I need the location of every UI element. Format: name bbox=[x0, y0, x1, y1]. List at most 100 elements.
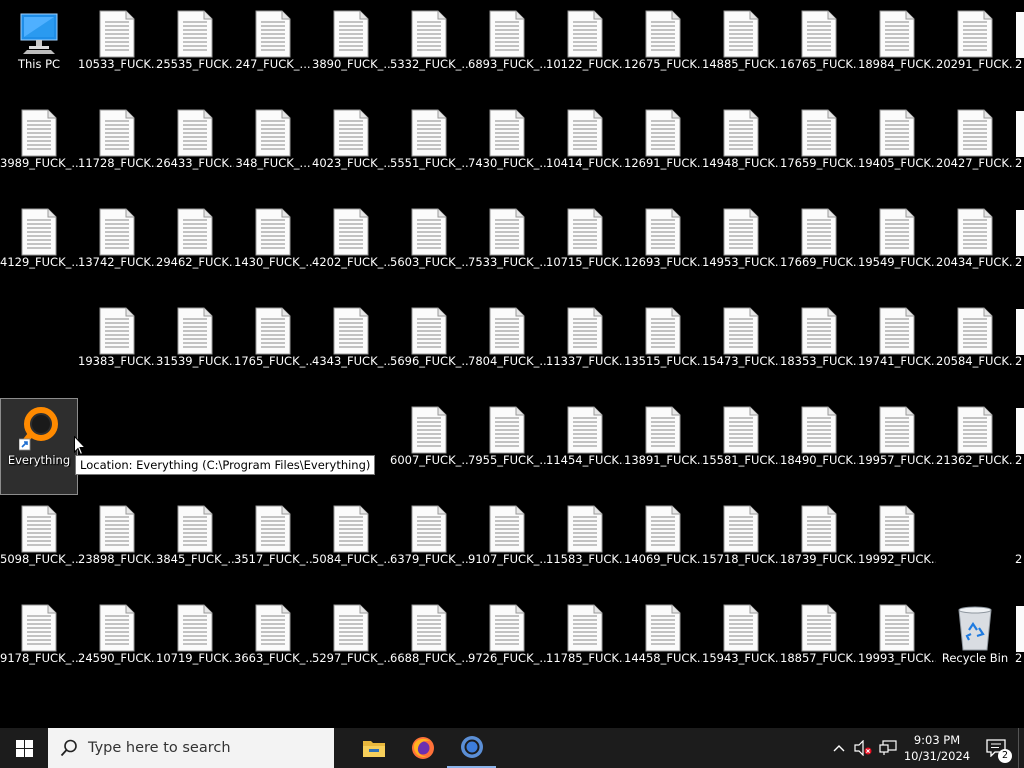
file-icon-item[interactable]: 5098_FUCK_... bbox=[0, 497, 78, 594]
taskbar-search-box[interactable]: Type here to search bbox=[48, 728, 334, 768]
file-icon-item[interactable]: 29462_FUCK... bbox=[156, 200, 234, 297]
file-icon-item[interactable]: 5603_FUCK_... bbox=[390, 200, 468, 297]
file-icon-item[interactable]: 3890_FUCK_... bbox=[312, 2, 390, 99]
file-icon-item[interactable]: 15718_FUCK... bbox=[702, 497, 780, 594]
file-icon-item[interactable]: 9178_FUCK_... bbox=[0, 596, 78, 693]
clock[interactable]: 9:03 PM 10/31/2024 bbox=[900, 728, 974, 768]
file-icon-item[interactable]: 12691_FUCK... bbox=[624, 101, 702, 198]
file-icon-item[interactable]: 10414_FUCK... bbox=[546, 101, 624, 198]
file-icon-item[interactable]: 11454_FUCK... bbox=[546, 398, 624, 495]
partial-file-icon[interactable] bbox=[1016, 210, 1024, 256]
file-icon-item[interactable]: 6893_FUCK_... bbox=[468, 2, 546, 99]
file-icon-item[interactable]: 3663_FUCK_... bbox=[234, 596, 312, 693]
file-icon-item[interactable]: 12693_FUCK... bbox=[624, 200, 702, 297]
file-icon-item[interactable]: 24590_FUCK... bbox=[78, 596, 156, 693]
file-icon-item[interactable]: 5696_FUCK_... bbox=[390, 299, 468, 396]
file-icon-item[interactable]: 18857_FUCK... bbox=[780, 596, 858, 693]
file-icon-item[interactable]: 14458_FUCK... bbox=[624, 596, 702, 693]
file-icon-item[interactable]: 7804_FUCK_... bbox=[468, 299, 546, 396]
recycle-bin-item[interactable]: Recycle Bin bbox=[936, 596, 1014, 693]
file-icon-item[interactable]: 19993_FUCK... bbox=[858, 596, 936, 693]
file-icon-item[interactable]: 10715_FUCK... bbox=[546, 200, 624, 297]
file-icon-item[interactable]: 15473_FUCK... bbox=[702, 299, 780, 396]
file-icon-item[interactable]: 11728_FUCK... bbox=[78, 101, 156, 198]
everything-shortcut[interactable]: Everything bbox=[0, 398, 78, 495]
network-button[interactable] bbox=[876, 728, 900, 768]
file-icon-item[interactable]: 14885_FUCK... bbox=[702, 2, 780, 99]
file-icon-item[interactable]: 247_FUCK_... bbox=[234, 2, 312, 99]
file-icon-item[interactable]: 17659_FUCK... bbox=[780, 101, 858, 198]
file-icon-item[interactable]: 10719_FUCK... bbox=[156, 596, 234, 693]
file-icon-item[interactable]: 13515_FUCK... bbox=[624, 299, 702, 396]
file-icon-item[interactable]: 1765_FUCK_... bbox=[234, 299, 312, 396]
file-icon-item[interactable]: 9107_FUCK_... bbox=[468, 497, 546, 594]
file-icon-item[interactable]: 5332_FUCK_... bbox=[390, 2, 468, 99]
file-icon-item[interactable]: 4202_FUCK_... bbox=[312, 200, 390, 297]
file-icon-item[interactable]: 11337_FUCK... bbox=[546, 299, 624, 396]
file-icon-item[interactable]: 9726_FUCK_... bbox=[468, 596, 546, 693]
file-icon-item[interactable]: 19383_FUCK... bbox=[78, 299, 156, 396]
file-icon-item[interactable]: 6379_FUCK_... bbox=[390, 497, 468, 594]
file-icon-item[interactable]: 19992_FUCK... bbox=[858, 497, 936, 594]
desktop[interactable]: This PC 3989_FUCK_... 4129_FUCK_... Everyth… bbox=[0, 0, 1024, 728]
file-icon-item[interactable]: 6688_FUCK_... bbox=[390, 596, 468, 693]
file-icon-item[interactable]: 20291_FUCK... bbox=[936, 2, 1014, 99]
file-icon-item[interactable]: 11785_FUCK... bbox=[546, 596, 624, 693]
file-icon-item[interactable]: 7430_FUCK_... bbox=[468, 101, 546, 198]
partial-file-icon[interactable] bbox=[1016, 606, 1024, 652]
file-icon-item[interactable]: 13891_FUCK... bbox=[624, 398, 702, 495]
file-icon-item[interactable]: 14948_FUCK... bbox=[702, 101, 780, 198]
file-icon-item[interactable]: 10122_FUCK... bbox=[546, 2, 624, 99]
file-icon-item[interactable]: 7533_FUCK_... bbox=[468, 200, 546, 297]
partial-file-icon[interactable] bbox=[1016, 12, 1024, 58]
file-icon-item[interactable]: 19741_FUCK... bbox=[858, 299, 936, 396]
file-icon-item[interactable]: 3517_FUCK_... bbox=[234, 497, 312, 594]
file-icon-item[interactable]: 5551_FUCK_... bbox=[390, 101, 468, 198]
file-icon-item[interactable]: 19549_FUCK... bbox=[858, 200, 936, 297]
file-icon-item[interactable]: 20584_FUCK... bbox=[936, 299, 1014, 396]
start-button[interactable] bbox=[0, 728, 48, 768]
show-desktop-button[interactable] bbox=[1018, 728, 1024, 768]
file-icon-item[interactable]: 15581_FUCK... bbox=[702, 398, 780, 495]
taskbar-chrome[interactable] bbox=[447, 728, 496, 768]
file-icon-item[interactable]: 18984_FUCK... bbox=[858, 2, 936, 99]
file-icon-item[interactable]: 4023_FUCK_... bbox=[312, 101, 390, 198]
file-icon-item[interactable]: 18739_FUCK... bbox=[780, 497, 858, 594]
file-icon-item[interactable]: 13742_FUCK... bbox=[78, 200, 156, 297]
file-icon-item[interactable]: 23898_FUCK... bbox=[78, 497, 156, 594]
file-icon-item[interactable]: 19405_FUCK... bbox=[858, 101, 936, 198]
file-icon-item[interactable]: 1430_FUCK_... bbox=[234, 200, 312, 297]
file-icon-item[interactable]: 12675_FUCK... bbox=[624, 2, 702, 99]
file-icon-item[interactable]: 19957_FUCK... bbox=[858, 398, 936, 495]
this-pc-icon-item[interactable]: This PC bbox=[0, 2, 78, 99]
file-icon-item[interactable]: 18490_FUCK... bbox=[780, 398, 858, 495]
file-icon-item[interactable]: 5084_FUCK_... bbox=[312, 497, 390, 594]
file-icon-item[interactable]: 18353_FUCK... bbox=[780, 299, 858, 396]
action-center-button[interactable]: 2 bbox=[974, 728, 1018, 768]
partial-file-icon[interactable] bbox=[1016, 309, 1024, 355]
file-icon-item[interactable]: 26433_FUCK... bbox=[156, 101, 234, 198]
file-icon-item[interactable]: 16765_FUCK... bbox=[780, 2, 858, 99]
file-icon-item[interactable]: 10533_FUCK... bbox=[78, 2, 156, 99]
file-icon-item[interactable]: 5297_FUCK_... bbox=[312, 596, 390, 693]
file-icon-item[interactable]: 4343_FUCK_... bbox=[312, 299, 390, 396]
file-icon-item[interactable]: 31539_FUCK... bbox=[156, 299, 234, 396]
file-icon-item[interactable]: 14069_FUCK... bbox=[624, 497, 702, 594]
volume-button[interactable] bbox=[850, 728, 876, 768]
partial-file-icon[interactable] bbox=[1016, 408, 1024, 454]
file-icon-item[interactable]: 17669_FUCK... bbox=[780, 200, 858, 297]
taskbar-file-explorer[interactable] bbox=[349, 728, 398, 768]
file-icon-item[interactable]: 6007_FUCK_... bbox=[390, 398, 468, 495]
file-icon-item[interactable]: 15943_FUCK... bbox=[702, 596, 780, 693]
file-icon-item[interactable]: 20434_FUCK... bbox=[936, 200, 1014, 297]
file-icon-item[interactable]: 4129_FUCK_... bbox=[0, 200, 78, 297]
partial-file-icon[interactable] bbox=[1016, 111, 1024, 157]
file-icon-item[interactable]: 348_FUCK_... bbox=[234, 101, 312, 198]
file-icon-item[interactable]: 20427_FUCK... bbox=[936, 101, 1014, 198]
file-icon-item[interactable]: 14953_FUCK... bbox=[702, 200, 780, 297]
file-icon-item[interactable]: 25535_FUCK... bbox=[156, 2, 234, 99]
file-icon-item[interactable]: 11583_FUCK... bbox=[546, 497, 624, 594]
file-icon-item[interactable]: 3989_FUCK_... bbox=[0, 101, 78, 198]
file-icon-item[interactable]: 3845_FUCK_... bbox=[156, 497, 234, 594]
file-icon-item[interactable]: 21362_FUCK... bbox=[936, 398, 1014, 495]
